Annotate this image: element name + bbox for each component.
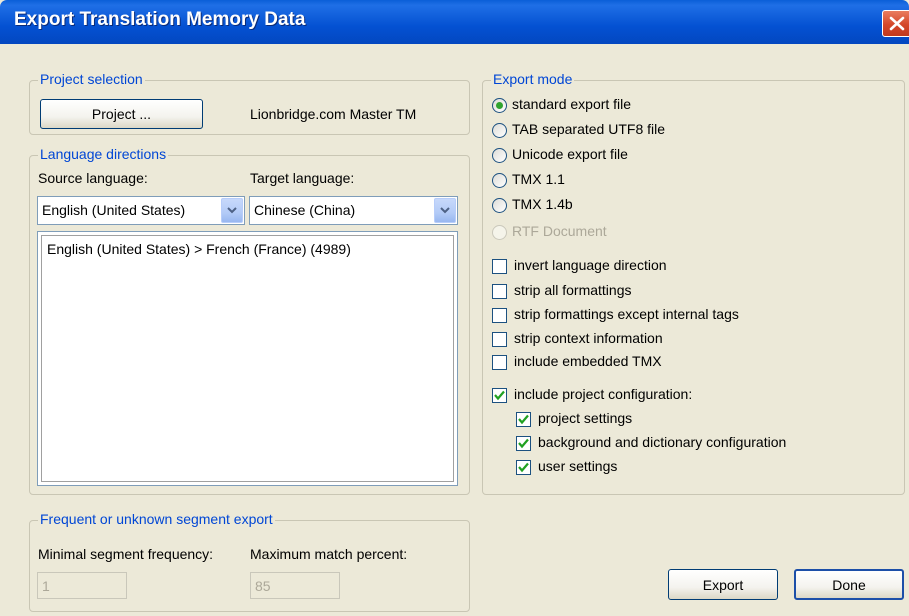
unicode-export-label[interactable]: Unicode export file [512,146,628,162]
project-button-label: Project ... [91,106,152,122]
strip-formattings-label[interactable]: strip all formattings [514,282,631,298]
strip-except-tags-checkbox[interactable] [492,308,507,323]
include-project-config-label[interactable]: include project configuration: [514,386,692,402]
tmx-11-radio[interactable] [492,173,507,188]
project-selection-legend: Project selection [38,71,145,87]
source-language-select[interactable]: English (United States) [37,196,245,225]
background-dictionary-checkbox[interactable] [516,436,531,451]
max-match-label: Maximum match percent: [250,546,408,562]
close-button[interactable] [882,10,909,37]
source-language-value: English (United States) [42,202,186,218]
max-match-field: 85 [250,572,340,599]
language-pairs-list[interactable]: English (United States) > French (France… [37,231,458,486]
invert-direction-label[interactable]: invert language direction [514,257,667,273]
tmx-11-label[interactable]: TMX 1.1 [512,171,565,187]
rtf-document-label: RTF Document [512,223,607,239]
target-language-label: Target language: [250,170,355,186]
target-dropdown-button[interactable] [434,198,456,223]
source-language-label: Source language: [38,170,148,186]
tab-separated-label[interactable]: TAB separated UTF8 file [512,121,665,137]
source-dropdown-button[interactable] [221,198,243,223]
close-icon [889,16,905,31]
rtf-document-radio [492,225,507,240]
include-project-config-checkbox[interactable] [492,388,507,403]
export-button[interactable]: Export [668,569,778,600]
target-language-value: Chinese (China) [254,202,356,218]
target-language-select[interactable]: Chinese (China) [249,196,458,225]
max-match-value: 85 [255,578,271,594]
unicode-export-radio[interactable] [492,148,507,163]
tab-separated-radio[interactable] [492,123,507,138]
tmx-14b-radio[interactable] [492,198,507,213]
invert-direction-checkbox[interactable] [492,259,507,274]
strip-context-checkbox[interactable] [492,332,507,347]
project-settings-checkbox[interactable] [516,412,531,427]
include-embedded-tmx-label[interactable]: include embedded TMX [514,353,662,369]
checkmark-icon [494,390,505,401]
chevron-down-icon [227,207,237,214]
language-pairs-list-frame: English (United States) > French (France… [41,235,454,482]
language-directions-legend: Language directions [38,146,169,162]
strip-context-label[interactable]: strip context information [514,330,663,346]
user-settings-checkbox[interactable] [516,460,531,475]
min-frequency-label: Minimal segment frequency: [38,546,214,562]
done-button[interactable]: Done [794,569,904,600]
export-mode-legend: Export mode [491,71,575,87]
segment-export-legend: Frequent or unknown segment export [38,511,275,527]
project-name: Lionbridge.com Master TM [250,106,417,122]
checkmark-icon [518,414,529,425]
chevron-down-icon [440,207,450,214]
export-tm-dialog: Export Translation Memory Data Project s… [0,0,909,616]
include-embedded-tmx-checkbox[interactable] [492,355,507,370]
project-settings-label[interactable]: project settings [538,410,632,426]
strip-formattings-checkbox[interactable] [492,284,507,299]
list-item[interactable]: English (United States) > French (France… [47,241,351,257]
done-button-label: Done [832,577,866,593]
checkmark-icon [518,438,529,449]
title-bar[interactable]: Export Translation Memory Data [0,0,909,44]
background-dictionary-label[interactable]: background and dictionary configuration [538,434,786,450]
tmx-14b-label[interactable]: TMX 1.4b [512,196,573,212]
window-title: Export Translation Memory Data [14,9,306,30]
standard-export-radio[interactable] [492,98,507,113]
strip-except-tags-label[interactable]: strip formattings except internal tags [514,306,739,322]
checkmark-icon [518,462,529,473]
project-button[interactable]: Project ... [40,99,203,129]
min-frequency-value: 1 [42,578,50,594]
user-settings-label[interactable]: user settings [538,458,617,474]
standard-export-label[interactable]: standard export file [512,96,631,112]
min-frequency-field: 1 [37,572,127,599]
export-button-label: Export [702,577,744,593]
